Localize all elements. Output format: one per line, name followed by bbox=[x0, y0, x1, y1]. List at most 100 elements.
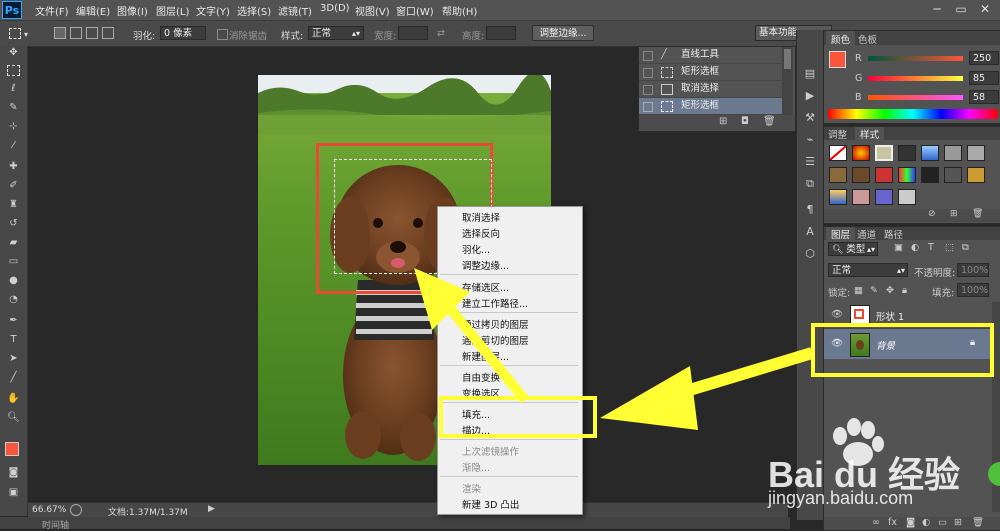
menu-item-refine-edge[interactable]: 调整边缘... bbox=[462, 258, 509, 272]
brush-tool-icon[interactable]: ✐ bbox=[5, 179, 22, 193]
style-swatch[interactable] bbox=[898, 167, 916, 183]
b-slider[interactable] bbox=[868, 95, 963, 100]
layer-name[interactable]: 形状 1 bbox=[876, 309, 904, 323]
menu-item-select-inverse[interactable]: 选择反向 bbox=[462, 226, 500, 240]
quick-mask-icon[interactable]: ◙ bbox=[5, 466, 22, 480]
blend-mode-select[interactable]: 正常 ▴▾ bbox=[828, 263, 908, 277]
b-value[interactable]: 58 bbox=[969, 90, 999, 104]
close-icon[interactable]: ✕ bbox=[974, 0, 996, 18]
g-slider[interactable] bbox=[868, 76, 963, 81]
menu-type[interactable]: 文字(Y) bbox=[196, 3, 230, 18]
path-select-icon[interactable]: ➤ bbox=[5, 352, 22, 366]
gradient-tool-icon[interactable]: ▭ bbox=[5, 255, 22, 269]
tab-channels[interactable]: 通道 bbox=[857, 227, 876, 241]
status-info-icon[interactable] bbox=[70, 504, 82, 516]
quick-select-tool-icon[interactable]: ✎ bbox=[5, 101, 22, 115]
style-swatch[interactable] bbox=[875, 167, 893, 183]
filter-smart-icon[interactable]: ⧉ bbox=[962, 242, 969, 253]
style-swatch[interactable] bbox=[852, 167, 870, 183]
trash-icon[interactable]: 🗑︎ bbox=[972, 517, 984, 528]
no-style-icon[interactable]: ⊘ bbox=[928, 209, 936, 219]
style-swatch[interactable] bbox=[967, 167, 985, 183]
filter-adjust-icon[interactable]: ◐ bbox=[911, 242, 919, 253]
foreground-color-swatch[interactable] bbox=[829, 51, 846, 68]
character-icon[interactable]: A bbox=[801, 224, 819, 240]
menu-file[interactable]: 文件(F) bbox=[35, 3, 69, 18]
subtract-selection-icon[interactable] bbox=[86, 27, 98, 39]
menu-item-layer-via-cut[interactable]: 通过剪切的图层 bbox=[462, 333, 529, 347]
lock-pixels-icon[interactable]: ✎ bbox=[870, 285, 878, 296]
status-arrow-icon[interactable]: ▶ bbox=[208, 504, 215, 514]
layer-comps-icon[interactable]: ⧉ bbox=[801, 176, 819, 192]
healing-brush-icon[interactable]: ✚ bbox=[5, 160, 22, 174]
foreground-color-swatch[interactable] bbox=[5, 442, 19, 456]
blur-tool-icon[interactable]: ● bbox=[5, 274, 22, 288]
style-swatch[interactable] bbox=[898, 145, 916, 161]
new-style-icon[interactable]: ⊞ bbox=[950, 209, 958, 219]
style-swatch[interactable] bbox=[829, 145, 847, 161]
tab-adjustments[interactable]: 调整 bbox=[828, 127, 847, 141]
paragraph-icon[interactable]: ¶ bbox=[801, 202, 819, 218]
style-swatch[interactable] bbox=[898, 189, 916, 205]
filter-pixel-icon[interactable]: ▣ bbox=[894, 242, 903, 253]
menu-edit[interactable]: 编辑(E) bbox=[76, 3, 110, 18]
r-slider[interactable] bbox=[868, 56, 963, 61]
style-swatch[interactable] bbox=[944, 145, 962, 161]
menu-help[interactable]: 帮助(H) bbox=[442, 3, 477, 18]
history-item-active[interactable]: 矩形选框 bbox=[639, 98, 782, 115]
line-tool-icon[interactable]: ╱ bbox=[5, 371, 22, 385]
3d-panel-icon[interactable]: ⬡ bbox=[801, 246, 819, 262]
marquee-preset-icon[interactable]: ▾ bbox=[6, 26, 30, 40]
clone-stamp-icon[interactable]: ♜ bbox=[5, 198, 22, 212]
screen-mode-icon[interactable]: ▣ bbox=[5, 486, 22, 500]
history-scrollbar[interactable] bbox=[782, 47, 793, 115]
menu-select[interactable]: 选择(S) bbox=[237, 3, 271, 18]
dodge-tool-icon[interactable]: ◔ bbox=[5, 293, 22, 307]
tab-paths[interactable]: 路径 bbox=[884, 227, 903, 241]
menu-image[interactable]: 图像(I) bbox=[117, 3, 148, 18]
menu-item-save-selection[interactable]: 存储选区... bbox=[462, 280, 509, 294]
color-spectrum-bar[interactable] bbox=[828, 109, 998, 119]
new-selection-icon[interactable] bbox=[54, 27, 66, 39]
history-item[interactable]: 取消选择 bbox=[639, 81, 782, 98]
lock-transparent-icon[interactable]: ▦ bbox=[854, 285, 863, 296]
brush-panel-icon[interactable]: ⌁ bbox=[801, 132, 819, 148]
height-input[interactable] bbox=[486, 26, 516, 40]
lasso-tool-icon[interactable]: ℓ bbox=[5, 82, 22, 96]
menu-item-new-3d-extrusion[interactable]: 新建 3D 凸出 bbox=[462, 497, 519, 511]
link-layers-icon[interactable]: ∞ bbox=[872, 517, 880, 528]
crop-tool-icon[interactable]: ⊹ bbox=[5, 120, 22, 134]
snapshot-icon[interactable]: ◘ bbox=[741, 116, 749, 127]
new-document-icon[interactable]: ⊞ bbox=[719, 116, 727, 127]
layer-filter-select[interactable]: 🔍︎ 类型 ▴▾ bbox=[828, 242, 878, 256]
hand-tool-icon[interactable]: ✋ bbox=[5, 392, 22, 406]
zoom-level[interactable]: 66.67% bbox=[32, 505, 66, 515]
fx-icon[interactable]: fx bbox=[888, 517, 897, 528]
style-select[interactable]: 正常 ▴▾ bbox=[308, 26, 364, 40]
lock-position-icon[interactable]: ✥ bbox=[886, 285, 894, 296]
adjustment-layer-icon[interactable]: ◐ bbox=[922, 517, 930, 528]
menu-window[interactable]: 窗口(W) bbox=[396, 3, 434, 18]
g-value[interactable]: 85 bbox=[969, 71, 999, 85]
menu-view[interactable]: 视图(V) bbox=[355, 3, 390, 18]
tab-styles[interactable]: 样式 bbox=[855, 127, 885, 141]
type-tool-icon[interactable]: T bbox=[5, 333, 22, 347]
lock-all-icon[interactable]: 🔒︎ bbox=[902, 285, 907, 296]
menu-filter[interactable]: 滤镜(T) bbox=[278, 3, 312, 18]
trash-icon[interactable]: 🗑︎ bbox=[972, 209, 983, 219]
style-swatch[interactable] bbox=[829, 189, 847, 205]
actions-panel-icon[interactable]: ▶ bbox=[801, 88, 819, 104]
maximize-icon[interactable]: ▭ bbox=[950, 0, 972, 18]
style-swatch[interactable] bbox=[875, 189, 893, 205]
tab-swatches[interactable]: 色板 bbox=[858, 32, 877, 46]
eye-icon[interactable]: 👁︎ bbox=[831, 309, 843, 320]
eyedropper-tool-icon[interactable]: ⁄ bbox=[5, 139, 22, 153]
antialias-checkbox[interactable] bbox=[217, 29, 228, 40]
style-swatch[interactable] bbox=[921, 167, 939, 183]
add-mask-icon[interactable]: ◙ bbox=[906, 517, 915, 528]
style-swatch[interactable] bbox=[944, 167, 962, 183]
style-swatch[interactable] bbox=[921, 145, 939, 161]
eraser-tool-icon[interactable]: ▰ bbox=[5, 236, 22, 250]
minimize-icon[interactable]: ─ bbox=[926, 0, 948, 18]
swap-icon[interactable]: ⇄ bbox=[437, 28, 445, 39]
